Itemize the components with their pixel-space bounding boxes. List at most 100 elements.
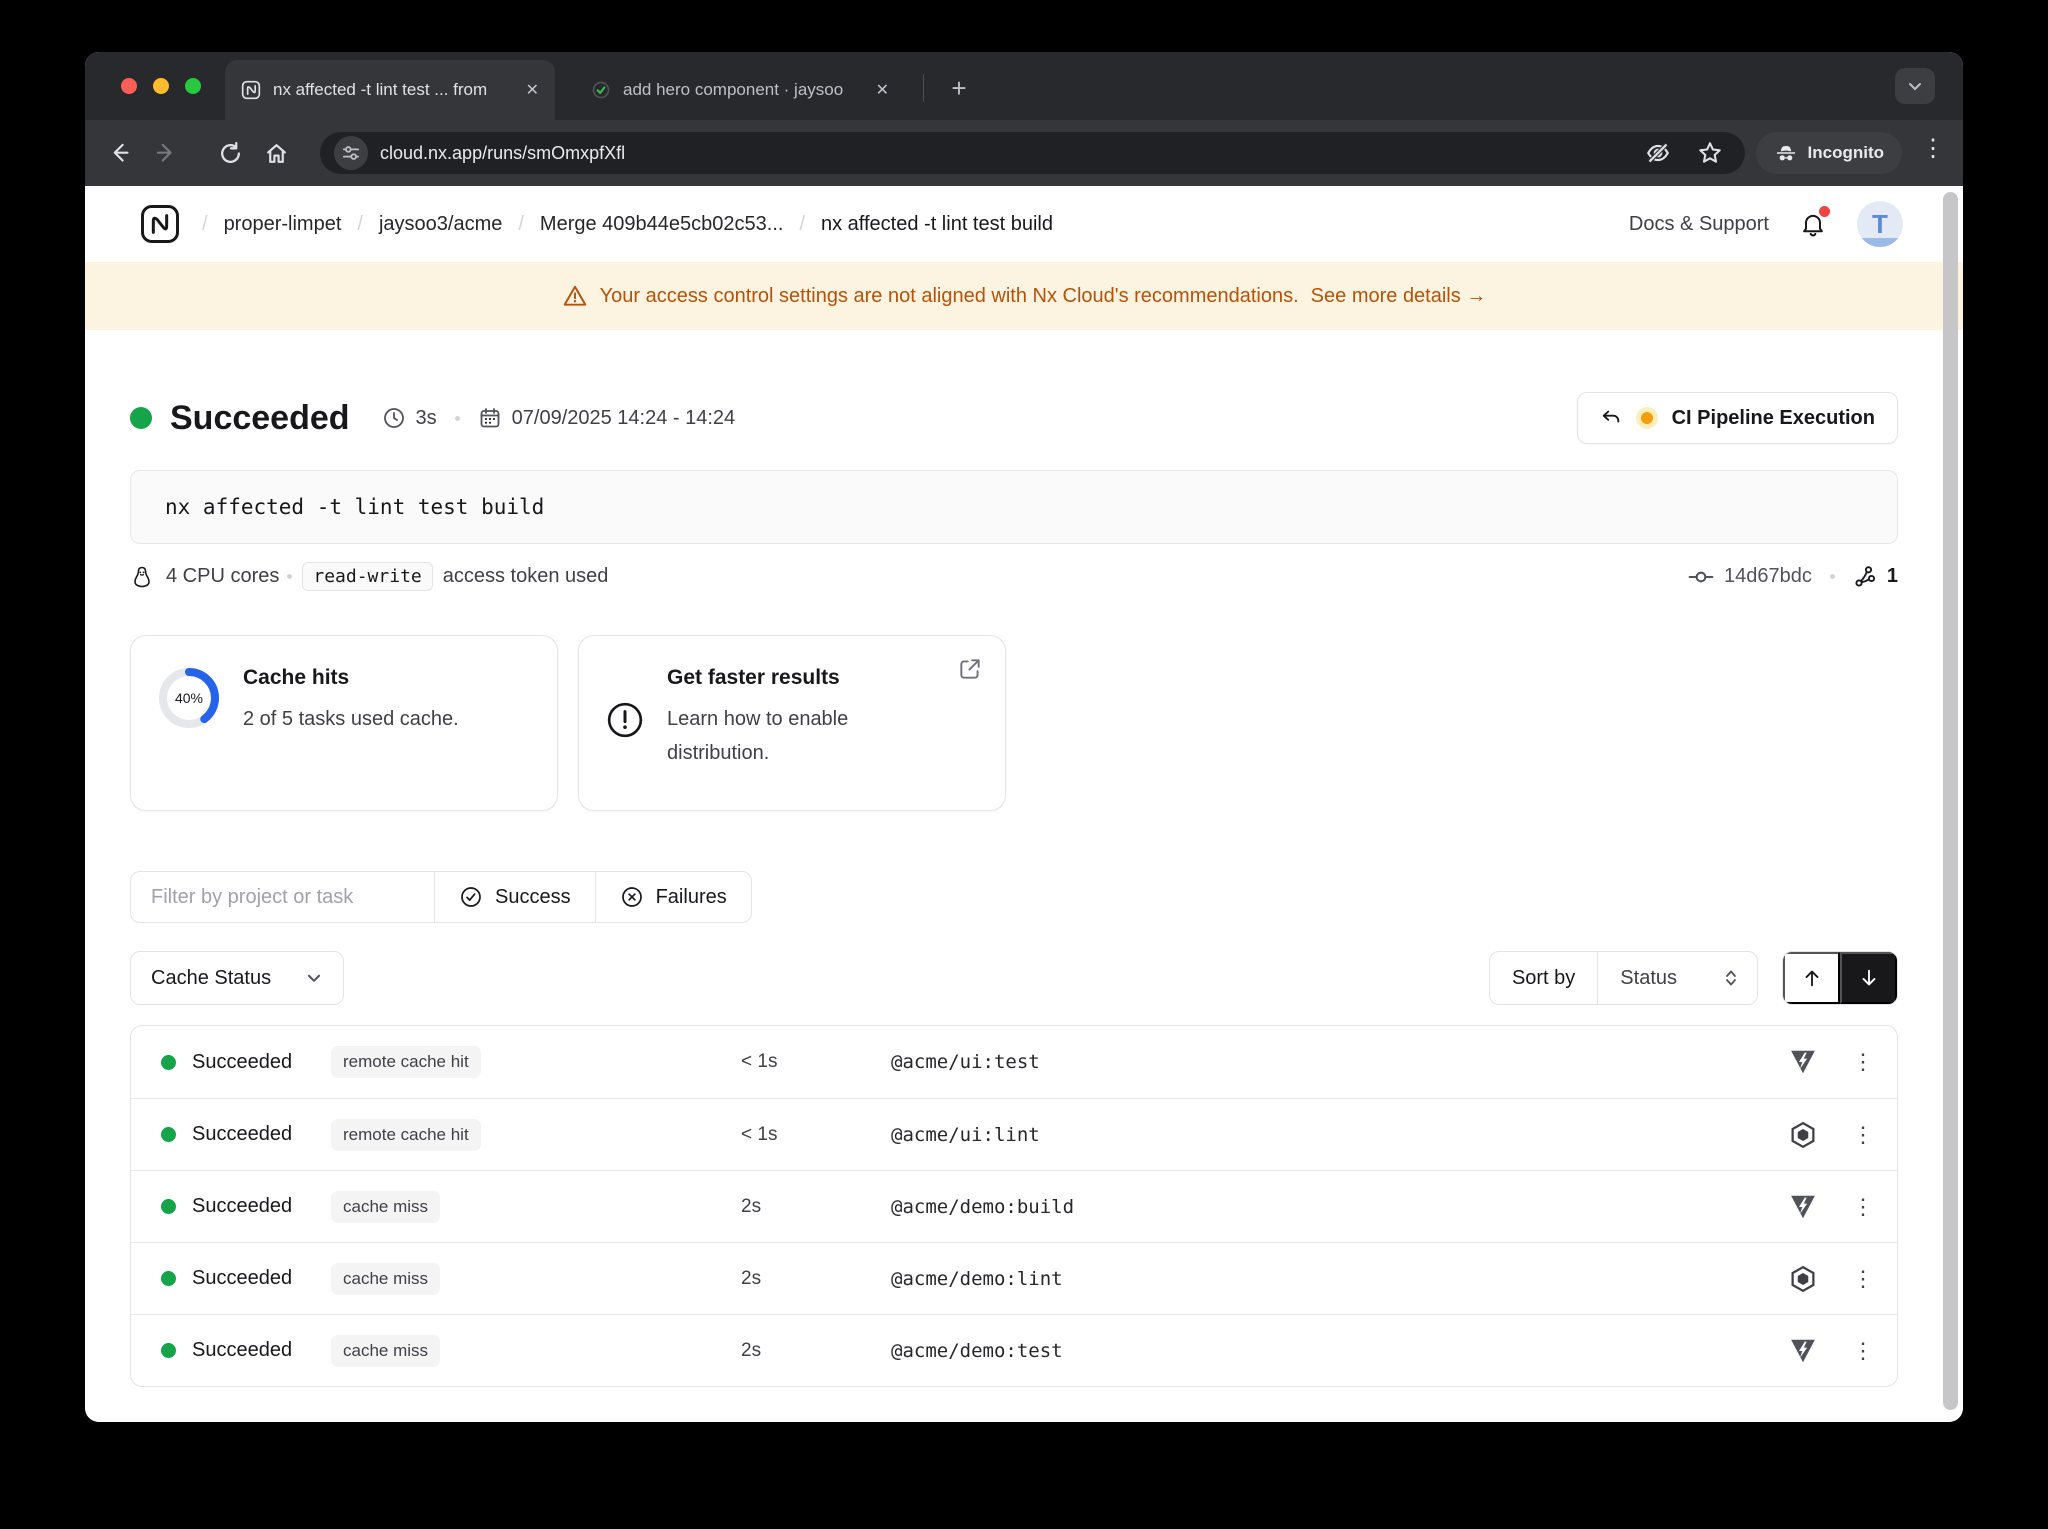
url-text[interactable]: cloud.nx.app/runs/smOmxpfXfl — [380, 143, 1633, 164]
traffic-minimize-button[interactable] — [153, 78, 169, 94]
tab-divider — [923, 74, 924, 102]
row-status-label: Succeeded — [192, 1267, 317, 1290]
row-status-dot — [161, 1055, 176, 1070]
calendar-icon — [478, 406, 502, 430]
breadcrumb-run: nx affected -t lint test build — [821, 213, 1053, 236]
task-name[interactable]: @acme/ui:test — [891, 1051, 1040, 1073]
get-faster-results-card[interactable]: Get faster results Learn how to enable d… — [578, 635, 1006, 811]
filter-success-toggle[interactable]: Success — [434, 871, 595, 923]
page-scrollbar[interactable] — [1943, 192, 1958, 1410]
tool-icon — [1786, 1192, 1820, 1222]
site-settings-icon[interactable] — [334, 136, 368, 170]
nx-logo-icon[interactable] — [140, 204, 180, 244]
table-row[interactable]: Succeeded remote cache hit < 1s @acme/ui… — [131, 1098, 1897, 1170]
row-status-dot — [161, 1271, 176, 1286]
tab-current-run[interactable]: nx affected -t lint test ... from ✕ — [225, 60, 555, 120]
sort-descending-button[interactable] — [1840, 952, 1897, 1004]
cache-hits-card[interactable]: 40% Cache hits 2 of 5 tasks used cache. — [130, 635, 558, 811]
tab-close-icon[interactable]: ✕ — [526, 80, 539, 100]
row-menu-icon[interactable]: ⋮ — [1847, 1194, 1881, 1220]
breadcrumb-workspace[interactable]: proper-limpet — [224, 213, 342, 236]
tab-title: nx affected -t lint test ... from — [273, 80, 514, 100]
table-row[interactable]: Succeeded cache miss 2s @acme/demo:test … — [131, 1314, 1897, 1386]
x-circle-icon — [620, 885, 644, 909]
row-menu-icon[interactable]: ⋮ — [1847, 1122, 1881, 1148]
row-status-label: Succeeded — [192, 1195, 317, 1218]
banner-details-link[interactable]: See more details → — [1311, 285, 1487, 308]
table-row[interactable]: Succeeded cache miss 2s @acme/demo:build… — [131, 1170, 1897, 1242]
cache-status-badge: cache miss — [331, 1191, 440, 1223]
omnibox[interactable]: cloud.nx.app/runs/smOmxpfXfl — [320, 132, 1745, 174]
row-menu-icon[interactable]: ⋮ — [1847, 1338, 1881, 1364]
cache-hit-donut-chart: 40% — [157, 666, 221, 730]
eslint-icon — [1788, 1264, 1818, 1294]
eslint-icon — [1788, 1120, 1818, 1150]
vitest-icon — [1788, 1047, 1818, 1077]
breadcrumb-repo[interactable]: jaysoo3/acme — [379, 213, 502, 236]
task-name[interactable]: @acme/ui:lint — [891, 1124, 1040, 1146]
task-duration: 2s — [741, 1268, 761, 1290]
summary-cards: 40% Cache hits 2 of 5 tasks used cache. … — [130, 635, 1898, 811]
dot-separator — [455, 416, 460, 421]
sort-by-label: Sort by — [1490, 967, 1597, 990]
tab-pull-request[interactable]: add hero component · jaysoo ✕ — [575, 60, 905, 120]
sort-select[interactable]: Status — [1598, 967, 1757, 990]
breadcrumb-pipeline[interactable]: Merge 409b44e5cb02c53... — [540, 213, 784, 236]
filter-failures-label: Failures — [656, 886, 727, 909]
incognito-badge: Incognito — [1756, 132, 1902, 174]
dot-separator — [1830, 574, 1835, 579]
breadcrumb-separator: / — [799, 213, 805, 236]
notifications-button[interactable] — [1799, 210, 1827, 238]
filter-failures-toggle[interactable]: Failures — [595, 871, 752, 923]
table-row[interactable]: Succeeded remote cache hit < 1s @acme/ui… — [131, 1026, 1897, 1098]
status-dot — [130, 407, 152, 429]
filter-input[interactable] — [130, 871, 434, 923]
run-duration: 3s — [416, 407, 437, 430]
commit-icon — [1688, 564, 1714, 590]
home-button[interactable] — [253, 141, 299, 166]
vite-icon — [1788, 1192, 1818, 1222]
table-row[interactable]: Succeeded cache miss 2s @acme/demo:lint … — [131, 1242, 1897, 1314]
tab-search-chevron-button[interactable] — [1895, 68, 1935, 104]
run-status-row: Succeeded 3s 07/09/2025 14:24 - 14:24 — [130, 392, 1898, 444]
row-menu-icon[interactable]: ⋮ — [1847, 1266, 1881, 1292]
ci-pipeline-execution-button[interactable]: CI Pipeline Execution — [1577, 392, 1898, 444]
list-controls: Cache Status Sort by Status — [130, 951, 1898, 1005]
traffic-zoom-button[interactable] — [185, 78, 201, 94]
cache-status-label: Cache Status — [151, 967, 271, 990]
sort-ascending-button[interactable] — [1783, 952, 1840, 1004]
eye-off-icon[interactable] — [1645, 140, 1671, 166]
task-duration: < 1s — [741, 1051, 777, 1073]
traffic-close-button[interactable] — [121, 78, 137, 94]
back-button[interactable] — [97, 140, 143, 166]
task-name[interactable]: @acme/demo:lint — [891, 1268, 1063, 1290]
pipeline-button-label: CI Pipeline Execution — [1672, 407, 1875, 430]
bookmark-star-icon[interactable] — [1697, 140, 1723, 166]
forward-button[interactable] — [143, 140, 189, 166]
external-link-icon[interactable] — [957, 656, 983, 682]
row-status-label: Succeeded — [192, 1051, 317, 1074]
task-name[interactable]: @acme/demo:build — [891, 1196, 1074, 1218]
branch-icon — [1853, 565, 1877, 589]
access-token-badge: read-write — [302, 562, 432, 591]
cache-status-dropdown[interactable]: Cache Status — [130, 951, 344, 1005]
row-status-dot — [161, 1343, 176, 1358]
alert-circle-icon — [605, 700, 645, 786]
avatar[interactable]: T — [1857, 201, 1903, 247]
screenshot-stage: nx affected -t lint test ... from ✕ add … — [0, 0, 2048, 1529]
new-tab-button[interactable]: + — [941, 70, 977, 106]
browser-menu-icon[interactable]: ⋮ — [1921, 134, 1945, 163]
tab-close-icon[interactable]: ✕ — [876, 80, 889, 100]
tool-icon — [1786, 1264, 1820, 1294]
task-duration: 2s — [741, 1196, 761, 1218]
row-menu-icon[interactable]: ⋮ — [1847, 1049, 1881, 1075]
clock-icon — [382, 406, 406, 430]
docs-support-link[interactable]: Docs & Support — [1629, 213, 1769, 236]
cache-status-badge: cache miss — [331, 1335, 440, 1367]
check-circle-icon — [459, 885, 483, 909]
task-name[interactable]: @acme/demo:test — [891, 1340, 1063, 1362]
reload-button[interactable] — [207, 141, 253, 166]
commit-sha[interactable]: 14d67bdc — [1724, 565, 1812, 588]
row-status-label: Succeeded — [192, 1123, 317, 1146]
browser-toolbar: cloud.nx.app/runs/smOmxpfXfl Incognito ⋮ — [85, 120, 1963, 186]
